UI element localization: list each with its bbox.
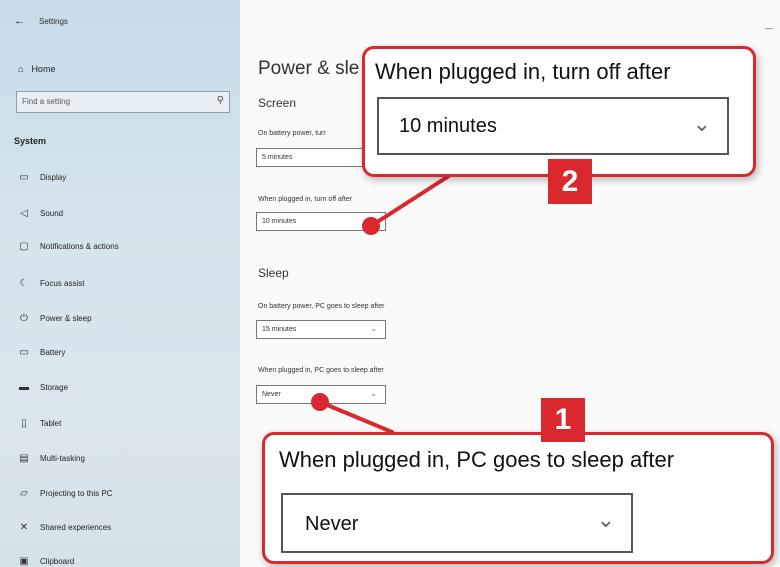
callout-1-pointer-dot bbox=[311, 393, 329, 411]
callout-2-badge: 2 bbox=[548, 159, 592, 204]
callout-title: When plugged in, turn off after bbox=[375, 59, 671, 84]
callout-title: When plugged in, PC goes to sleep after bbox=[279, 447, 675, 472]
callout-sleep-plugged: When plugged in, PC goes to sleep after … bbox=[262, 432, 774, 564]
callout-dropdown: Never ⌄ bbox=[281, 493, 633, 553]
callout-value: 10 minutes bbox=[399, 115, 497, 137]
callout-dropdown: 10 minutes ⌄ bbox=[377, 97, 729, 155]
chevron-down-icon: ⌄ bbox=[692, 111, 711, 136]
chevron-down-icon: ⌄ bbox=[596, 507, 615, 532]
callout-2-pointer-dot bbox=[362, 217, 380, 235]
callout-1-badge: 1 bbox=[541, 398, 585, 442]
callout-screen-plugged: When plugged in, turn off after 10 minut… bbox=[362, 46, 756, 177]
callout-value: Never bbox=[305, 513, 359, 535]
